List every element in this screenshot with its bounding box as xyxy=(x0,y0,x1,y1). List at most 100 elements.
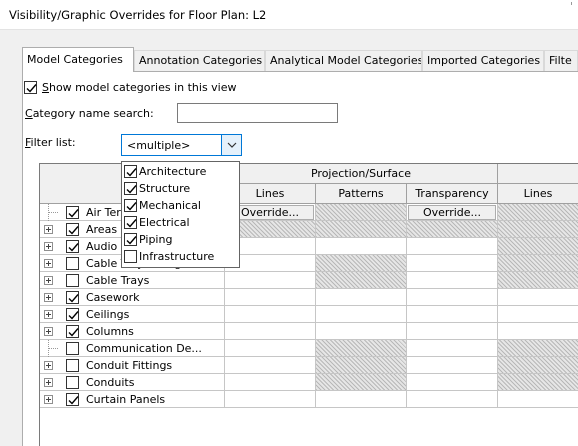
expand-icon[interactable] xyxy=(44,242,53,251)
transparency-cell[interactable] xyxy=(407,340,498,357)
cut-lines-cell xyxy=(498,357,578,374)
category-cell: Casework xyxy=(40,289,225,306)
transparency-cell[interactable] xyxy=(407,289,498,306)
patterns-cell[interactable] xyxy=(316,391,407,408)
table-row[interactable]: Communication De... xyxy=(40,340,578,357)
category-visibility-checkbox[interactable] xyxy=(66,206,79,219)
expand-icon[interactable] xyxy=(44,259,53,268)
category-visibility-checkbox[interactable] xyxy=(66,291,79,304)
table-row[interactable]: Ceilings xyxy=(40,306,578,323)
cut-lines-cell[interactable] xyxy=(498,391,578,408)
category-name: Columns xyxy=(86,325,134,338)
lines-cell[interactable] xyxy=(225,323,316,340)
cut-lines-cell[interactable] xyxy=(498,306,578,323)
category-visibility-checkbox[interactable] xyxy=(66,308,79,321)
tab-label: Imported Categories xyxy=(427,54,541,67)
category-name: Ceilings xyxy=(86,308,130,321)
filter-option[interactable]: Infrastructure xyxy=(122,249,239,265)
filter-option[interactable]: Architecture xyxy=(122,164,239,180)
category-visibility-checkbox[interactable] xyxy=(66,342,79,355)
category-cell: Conduits xyxy=(40,374,225,391)
category-visibility-checkbox[interactable] xyxy=(66,257,79,270)
patterns-cell[interactable] xyxy=(316,306,407,323)
patterns-cell[interactable] xyxy=(316,289,407,306)
cut-lines-column-header[interactable]: Lines xyxy=(498,184,578,204)
override-button[interactable]: Override... xyxy=(408,205,496,220)
category-cell: Columns xyxy=(40,323,225,340)
category-name: Areas xyxy=(86,223,118,236)
category-visibility-checkbox[interactable] xyxy=(66,325,79,338)
filter-list-dropdown[interactable]: <multiple> xyxy=(121,134,242,156)
transparency-cell[interactable] xyxy=(407,323,498,340)
transparency-cell[interactable] xyxy=(407,391,498,408)
filter-option-checkbox[interactable] xyxy=(124,250,137,263)
transparency-column-header[interactable]: Transparency xyxy=(407,184,498,204)
tree-line xyxy=(48,212,58,213)
patterns-column-header[interactable]: Patterns xyxy=(316,184,407,204)
expand-icon[interactable] xyxy=(44,361,53,370)
lines-cell[interactable] xyxy=(225,391,316,408)
table-row[interactable]: Curtain Panels xyxy=(40,391,578,408)
tab-label: Annotation Categories xyxy=(139,54,263,67)
filter-option-checkbox[interactable] xyxy=(124,199,137,212)
patterns-cell[interactable] xyxy=(316,238,407,255)
tab-filters[interactable]: Filte xyxy=(544,50,578,71)
patterns-cell[interactable] xyxy=(316,323,407,340)
category-name: Conduits xyxy=(86,376,135,389)
category-search-input[interactable] xyxy=(177,103,338,123)
transparency-cell[interactable] xyxy=(407,357,498,374)
filter-option[interactable]: Mechanical xyxy=(122,198,239,214)
table-row[interactable]: Cable Trays xyxy=(40,272,578,289)
filter-option[interactable]: Piping xyxy=(122,232,239,248)
expand-icon[interactable] xyxy=(44,395,53,404)
lines-cell[interactable] xyxy=(225,357,316,374)
category-visibility-checkbox[interactable] xyxy=(66,359,79,372)
table-row[interactable]: Conduits xyxy=(40,374,578,391)
show-model-categories-checkbox[interactable] xyxy=(24,81,37,94)
filter-option-checkbox[interactable] xyxy=(124,216,137,229)
filter-option-checkbox[interactable] xyxy=(124,233,137,246)
checkmark-icon xyxy=(68,328,79,337)
category-visibility-checkbox[interactable] xyxy=(66,240,79,253)
transparency-cell[interactable] xyxy=(407,374,498,391)
transparency-cell[interactable]: Override... xyxy=(407,204,498,221)
filter-option-checkbox[interactable] xyxy=(124,165,137,178)
tab-annotation-categories[interactable]: Annotation Categories xyxy=(134,50,265,71)
category-visibility-checkbox[interactable] xyxy=(66,223,79,236)
cut-lines-cell[interactable] xyxy=(498,323,578,340)
expand-icon[interactable] xyxy=(44,310,53,319)
table-row[interactable]: Casework xyxy=(40,289,578,306)
transparency-cell[interactable] xyxy=(407,238,498,255)
transparency-cell[interactable] xyxy=(407,255,498,272)
expand-icon[interactable] xyxy=(44,225,53,234)
dropdown-arrow-button[interactable] xyxy=(221,135,241,155)
table-row[interactable]: Columns xyxy=(40,323,578,340)
lines-cell[interactable] xyxy=(225,272,316,289)
lines-cell[interactable] xyxy=(225,289,316,306)
filter-list-label: Filter list: xyxy=(25,136,76,149)
cut-lines-cell[interactable] xyxy=(498,289,578,306)
category-visibility-checkbox[interactable] xyxy=(66,274,79,287)
tree-line xyxy=(48,348,58,349)
category-visibility-checkbox[interactable] xyxy=(66,393,79,406)
filter-option[interactable]: Electrical xyxy=(122,215,239,231)
category-visibility-checkbox[interactable] xyxy=(66,376,79,389)
category-name: Air Ter xyxy=(86,206,121,219)
tab-analytical-model-categories[interactable]: Analytical Model Categories xyxy=(265,50,422,71)
transparency-cell[interactable] xyxy=(407,272,498,289)
filter-option-checkbox[interactable] xyxy=(124,182,137,195)
tab-model-categories[interactable]: Model Categories xyxy=(22,47,134,72)
category-cell: Cable Trays xyxy=(40,272,225,289)
lines-cell[interactable] xyxy=(225,306,316,323)
expand-icon[interactable] xyxy=(44,378,53,387)
expand-icon[interactable] xyxy=(44,276,53,285)
filter-option[interactable]: Structure xyxy=(122,181,239,197)
tab-imported-categories[interactable]: Imported Categories xyxy=(422,50,544,71)
table-row[interactable]: Conduit Fittings xyxy=(40,357,578,374)
lines-cell[interactable] xyxy=(225,340,316,357)
expand-icon[interactable] xyxy=(44,293,53,302)
lines-cell[interactable] xyxy=(225,374,316,391)
expand-icon[interactable] xyxy=(44,327,53,336)
transparency-cell[interactable] xyxy=(407,306,498,323)
patterns-cell xyxy=(316,340,407,357)
